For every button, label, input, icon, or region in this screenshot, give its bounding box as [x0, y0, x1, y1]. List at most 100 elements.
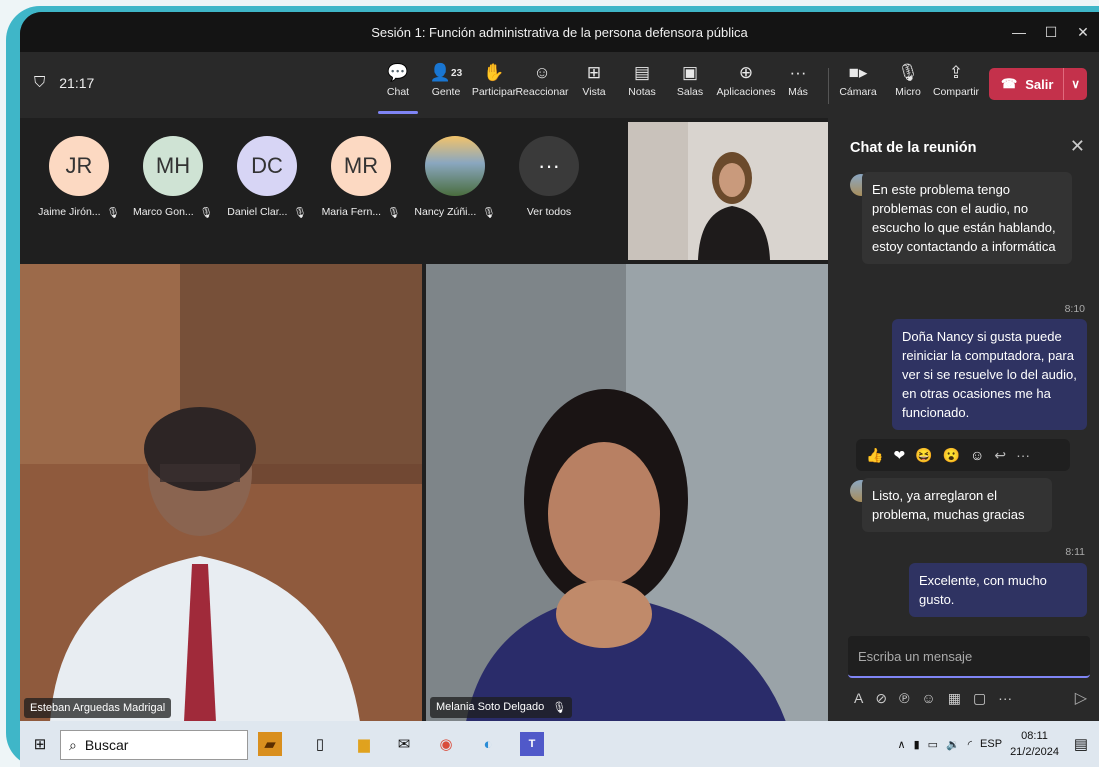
- add-reaction-icon[interactable]: ☺: [970, 447, 984, 463]
- meeting-info: ⛉ 21:17: [34, 74, 94, 91]
- participant-avatar[interactable]: MR Maria Fern... 🎙: [314, 136, 408, 219]
- notes-icon: ▤: [633, 63, 651, 82]
- notes-button[interactable]: ▤ Notas: [616, 60, 668, 98]
- mic-button[interactable]: 🎙 Micro: [882, 60, 934, 98]
- avatar-photo: [425, 136, 485, 196]
- network-icon[interactable]: ▭: [928, 738, 938, 751]
- smiley-icon: ☺: [533, 63, 551, 82]
- mic-off-icon: 🎙: [387, 207, 401, 219]
- maximize-button[interactable]: ☐: [1035, 12, 1067, 52]
- notification-icon[interactable]: ▤: [1069, 732, 1093, 756]
- people-button[interactable]: 👤 23 Gente: [420, 60, 472, 98]
- chat-message-own: Excelente, con mucho gusto.: [909, 563, 1087, 617]
- mail-icon[interactable]: ✉: [392, 732, 416, 756]
- more-participants: ···: [519, 136, 579, 196]
- language-indicator[interactable]: ESP: [980, 738, 1002, 750]
- leave-label: Salir: [1025, 76, 1054, 92]
- edge-icon[interactable]: ◐: [476, 732, 500, 756]
- mic-off-icon: 🎙: [897, 63, 919, 82]
- usb-icon[interactable]: ▮: [914, 738, 920, 751]
- start-button[interactable]: ⊞: [28, 732, 52, 756]
- attach-icon[interactable]: ⊘: [875, 690, 887, 707]
- grid-icon: ⊞: [586, 63, 602, 82]
- leave-main[interactable]: ☎ Salir: [989, 68, 1065, 100]
- minimize-button[interactable]: —: [1003, 12, 1035, 52]
- sticker-icon[interactable]: ▢: [973, 690, 986, 707]
- chat-message: En este problema tengo problemas con el …: [862, 172, 1072, 264]
- thumbs-up-icon[interactable]: 👍: [866, 447, 883, 464]
- people-label: Gente: [431, 86, 461, 98]
- compose-toolbar: A ⊘ ℗ ☺ ▦ ▢ ···: [854, 690, 1012, 707]
- format-icon[interactable]: A: [854, 690, 863, 707]
- react-button[interactable]: ☺ Reaccionar: [515, 60, 568, 98]
- participant-name: Jaime Jirón...: [38, 206, 101, 218]
- more-button[interactable]: ··· Más: [772, 60, 824, 98]
- participant-video-feed: [20, 264, 422, 721]
- video-tile[interactable]: Esteban Arguedas Madrigal: [20, 264, 422, 721]
- message-text: Doña Nancy si gusta puede reiniciar la c…: [902, 329, 1077, 420]
- participant-avatar[interactable]: Nancy Zúñi... 🎙: [408, 136, 502, 219]
- title-bar: Sesión 1: Función administrativa de la p…: [20, 12, 1099, 52]
- more-icon[interactable]: ···: [998, 690, 1012, 707]
- send-icon: ▷: [1074, 690, 1087, 707]
- participant-name: Nancy Zúñi...: [414, 206, 477, 218]
- wifi-icon[interactable]: ◜: [968, 738, 972, 751]
- heart-icon[interactable]: ❤: [893, 447, 905, 464]
- briefcase-app-icon[interactable]: ▰: [258, 732, 282, 756]
- meeting-timer: 21:17: [59, 74, 95, 91]
- share-label: Compartir: [932, 86, 980, 98]
- window-title: Sesión 1: Función administrativa de la p…: [371, 24, 748, 40]
- close-window-button[interactable]: ✕: [1067, 12, 1099, 52]
- loop-icon[interactable]: ℗: [899, 690, 909, 707]
- share-button[interactable]: ⇪ Compartir: [930, 60, 982, 98]
- raise-hand-button[interactable]: ✋ Participar: [468, 60, 520, 98]
- participant-avatar[interactable]: JR Jaime Jirón... 🎙: [32, 136, 126, 219]
- chat-button[interactable]: 💬 Chat: [372, 60, 424, 114]
- camera-button[interactable]: ■▸ Cámara: [832, 60, 884, 98]
- chat-message-own: Doña Nancy si gusta puede reiniciar la c…: [892, 319, 1087, 430]
- participant-strip: JR Jaime Jirón... 🎙 MH Marco Gon... 🎙 DC D…: [32, 136, 596, 219]
- more-icon: ···: [538, 153, 560, 178]
- rooms-button[interactable]: ▣ Salas: [664, 60, 716, 98]
- leave-dropdown[interactable]: ∨: [1064, 77, 1087, 91]
- leave-button[interactable]: ☎ Salir ∨: [989, 68, 1087, 100]
- mic-off-icon: 🎙: [199, 207, 214, 219]
- taskbar-search[interactable]: ⌕ Buscar: [60, 730, 248, 760]
- reply-icon[interactable]: ↩: [994, 447, 1006, 464]
- teams-icon[interactable]: T: [520, 732, 544, 756]
- share-icon: ⇪: [948, 63, 964, 82]
- file-explorer-icon[interactable]: ▆: [352, 732, 376, 756]
- taskbar-clock[interactable]: 08:11 21/2/2024: [1010, 728, 1059, 760]
- shield-icon: ⛉: [34, 74, 46, 91]
- laugh-icon[interactable]: 😆: [915, 447, 932, 464]
- avatar-initials: MR: [343, 153, 379, 178]
- apps-button[interactable]: ⊕ Aplicaciones: [716, 60, 776, 98]
- notes-label: Notas: [628, 86, 656, 98]
- emoji-icon[interactable]: ☺: [921, 690, 935, 707]
- view-all-button[interactable]: ··· Ver todos: [502, 136, 596, 219]
- hand-icon: ✋: [483, 63, 505, 82]
- participant-avatar[interactable]: DC Daniel Clar... 🎙: [220, 136, 314, 219]
- meeting-stage: JR Jaime Jirón... 🎙 MH Marco Gon... 🎙 DC D…: [20, 118, 828, 721]
- close-chat-button[interactable]: ✕: [1070, 136, 1085, 157]
- phone-icon: ☎: [1001, 76, 1018, 91]
- chevron-up-icon[interactable]: ∧: [898, 738, 906, 751]
- view-label: Vista: [582, 86, 606, 98]
- search-label: Buscar: [84, 737, 129, 753]
- message-compose[interactable]: [848, 636, 1090, 678]
- view-button[interactable]: ⊞ Vista: [568, 60, 620, 98]
- chrome-icon[interactable]: ◉: [434, 732, 458, 756]
- message-input[interactable]: [848, 636, 1090, 676]
- surprised-icon[interactable]: 😮: [943, 447, 960, 464]
- participant-avatar[interactable]: MH Marco Gon... 🎙: [126, 136, 220, 219]
- camera-icon: ■▸: [848, 63, 868, 82]
- task-view-icon[interactable]: ▯: [308, 732, 332, 756]
- more-icon[interactable]: ···: [1016, 447, 1030, 463]
- video-tile[interactable]: Melania Soto Delgado 🎙: [426, 264, 828, 721]
- chat-message: Listo, ya arreglaron el problema, muchas…: [862, 478, 1052, 532]
- volume-icon[interactable]: 🔉: [946, 738, 960, 751]
- gif-icon[interactable]: ▦: [948, 690, 961, 707]
- raise-hand-label: Participar: [471, 86, 517, 98]
- send-button[interactable]: ▷: [1075, 688, 1087, 708]
- avatar: JR: [49, 136, 109, 196]
